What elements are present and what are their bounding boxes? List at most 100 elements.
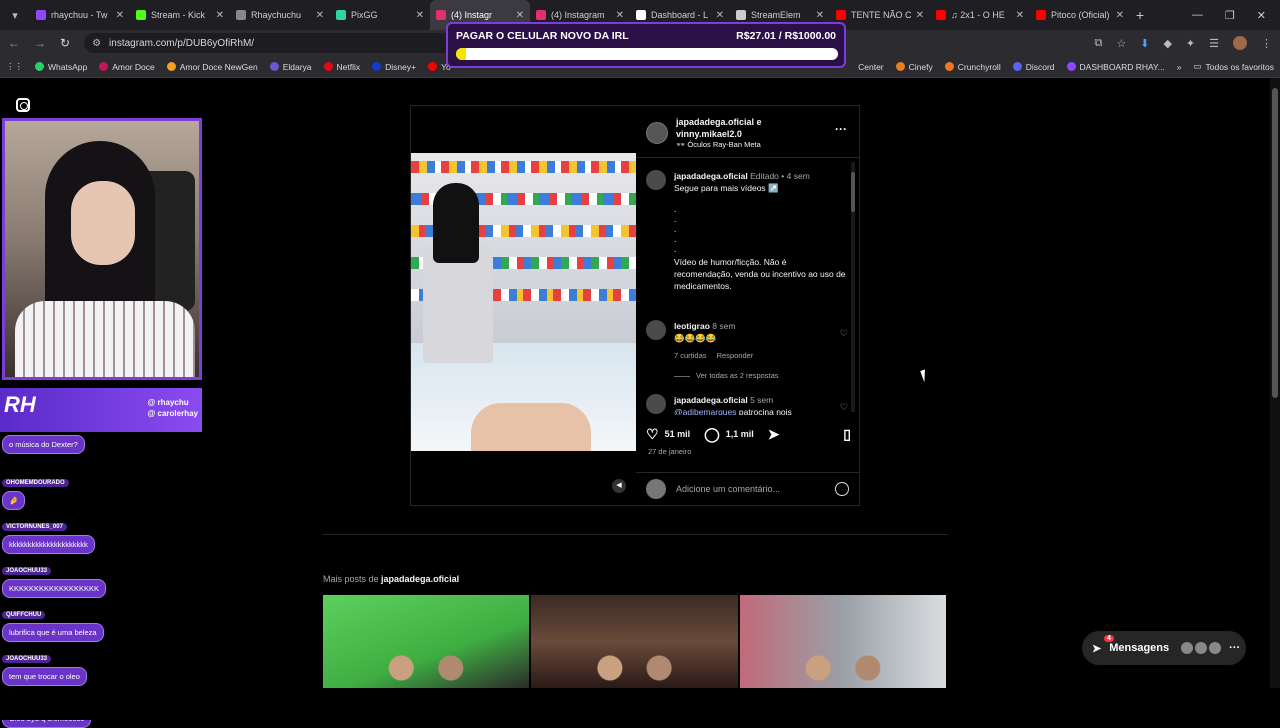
close-tab-icon[interactable]: ✕: [216, 10, 224, 21]
post-thumbnail[interactable]: [323, 595, 530, 688]
close-tab-icon[interactable]: ✕: [616, 10, 624, 21]
post-header: japadadega.oficial e vinny.mikael2.0 👓 Ó…: [636, 106, 859, 158]
site-info-icon[interactable]: ⚙: [92, 38, 101, 49]
all-favorites[interactable]: ▭ Todos os favoritos: [1193, 61, 1274, 72]
more-bookmarks-icon[interactable]: »: [1177, 62, 1182, 72]
profile-avatar[interactable]: [1233, 36, 1247, 50]
extension-icon[interactable]: ◆: [1163, 37, 1171, 50]
browser-tab[interactable]: Stream - Kick ✕: [130, 0, 230, 30]
bookmark-icon: [428, 62, 438, 71]
add-comment-bar: Adicione um comentário...: [636, 472, 859, 505]
more-posts-heading: Mais posts de japadadega.oficial: [323, 574, 460, 584]
bookmark-item[interactable]: Center: [858, 62, 884, 72]
more-options-icon[interactable]: ···: [835, 122, 847, 136]
tab-groups-icon[interactable]: ☰: [1209, 37, 1219, 50]
messages-button[interactable]: ➤ 4 Mensagens ···: [1082, 631, 1246, 665]
maximize-icon[interactable]: ❐: [1225, 9, 1235, 22]
post-actions: ♡ 51 mil ◯ 1,1 mil ➤ ▯: [646, 424, 851, 444]
menu-icon[interactable]: ⋮: [1261, 37, 1272, 50]
bookmark-item[interactable]: DASHBOARD RHAY...: [1066, 62, 1165, 72]
close-tab-icon[interactable]: ✕: [716, 10, 724, 21]
chat-username: JOAOCHUU33: [2, 655, 52, 663]
commenter-avatar[interactable]: [646, 320, 666, 340]
mouse-cursor: [920, 367, 934, 383]
post-video[interactable]: ◀: [411, 106, 636, 505]
bookmark-item[interactable]: Crunchyroll: [944, 62, 1001, 72]
message-avatars: [1181, 642, 1222, 654]
close-tab-icon[interactable]: ✕: [516, 10, 524, 21]
browser-tab[interactable]: ♫ 2x1 - O HE ✕: [930, 0, 1030, 30]
tab-favicon: [936, 10, 946, 20]
commenter-avatar[interactable]: [646, 394, 666, 414]
reload-icon[interactable]: ↻: [60, 36, 70, 50]
bookmark-item[interactable]: Netflix: [323, 62, 360, 72]
bookmark-icon: [166, 62, 176, 71]
close-tab-icon[interactable]: ✕: [416, 10, 424, 21]
donation-goal: PAGAR O CELULAR NOVO DA IRL R$27.01 / R$…: [446, 22, 846, 68]
post-thumbnail[interactable]: [739, 595, 946, 688]
bookmark-item[interactable]: Amor Doce: [99, 62, 155, 72]
caption-avatar[interactable]: [646, 170, 666, 190]
webcam-overlay: [2, 118, 202, 380]
new-tab-button[interactable]: +: [1130, 7, 1150, 23]
instagram-logo-icon[interactable]: [16, 98, 30, 112]
close-tab-icon[interactable]: ✕: [916, 10, 924, 21]
install-app-icon[interactable]: ⧉: [1094, 37, 1102, 50]
browser-tab[interactable]: Rhaychuchu ✕: [230, 0, 330, 30]
video-frame: [411, 153, 636, 451]
bookmark-item[interactable]: Amor Doce NewGen: [166, 62, 258, 72]
tab-favicon: [536, 10, 546, 20]
streamer-shirt: [15, 301, 195, 377]
minimize-icon[interactable]: —: [1192, 9, 1203, 22]
likes-count[interactable]: 51 mil: [665, 429, 691, 439]
like-icon[interactable]: ♡: [646, 426, 659, 443]
forward-icon[interactable]: →: [34, 36, 46, 50]
chat-message: o música do Dexter?: [2, 433, 85, 454]
comment-icon[interactable]: ◯: [704, 426, 720, 443]
sound-icon[interactable]: ◀: [612, 479, 626, 493]
close-tab-icon[interactable]: ✕: [316, 10, 324, 21]
save-icon[interactable]: ▯: [843, 426, 851, 443]
bookmark-item[interactable]: Discord: [1012, 62, 1055, 72]
close-tab-icon[interactable]: ✕: [816, 10, 824, 21]
more-posts-grid: [323, 595, 946, 688]
bookmark-item[interactable]: WhatsApp: [35, 62, 87, 72]
post-location[interactable]: 👓 Óculos Ray-Ban Meta: [676, 140, 761, 149]
banner-logo: RH: [4, 392, 36, 417]
bookmarks-right: Center Cinefy Crunchyroll Discord DASHBOARD …: [858, 61, 1274, 72]
like-comment-icon[interactable]: ♡: [840, 402, 848, 413]
share-icon[interactable]: ➤: [768, 426, 780, 443]
browser-tab[interactable]: Pitoco (Oficial) ✕: [1030, 0, 1130, 30]
browser-tab[interactable]: PixGG ✕: [330, 0, 430, 30]
comment-input[interactable]: Adicione um comentário...: [676, 484, 825, 494]
bookmark-item[interactable]: Eldarya: [269, 62, 312, 72]
post-thumbnail[interactable]: [531, 595, 738, 688]
like-comment-icon[interactable]: ♡: [840, 328, 848, 339]
close-tab-icon[interactable]: ✕: [1016, 10, 1024, 21]
bookmark-star-icon[interactable]: ☆: [1116, 37, 1126, 50]
bookmark-item[interactable]: Cinefy: [895, 62, 933, 72]
browser-tab[interactable]: rhaychuu - Tw ✕: [30, 0, 130, 30]
download-icon[interactable]: ⬇: [1140, 37, 1149, 50]
close-tab-icon[interactable]: ✕: [1116, 10, 1124, 21]
chat-text: kkkkkkkkkkkkkkkkkkkkk: [2, 535, 95, 554]
comments-count: 1,1 mil: [725, 429, 754, 439]
tab-search-icon[interactable]: ▾: [0, 9, 30, 22]
bookmark-item[interactable]: Disney+: [372, 62, 416, 72]
bookmark-icon: [372, 62, 382, 71]
chat-message: VICTORNUNES_007 kkkkkkkkkkkkkkkkkkkkk: [2, 515, 95, 554]
back-icon[interactable]: ←: [8, 36, 20, 50]
close-window-icon[interactable]: ✕: [1257, 9, 1266, 22]
goal-progress-fill: [456, 48, 467, 60]
emoji-icon[interactable]: [835, 482, 849, 496]
extensions-puzzle-icon[interactable]: ✦: [1186, 37, 1195, 50]
author-avatar[interactable]: [646, 122, 668, 144]
banner-socials: @ rhaychu @ carolerhay: [147, 398, 199, 418]
comments-scrollbar[interactable]: [851, 162, 855, 412]
chat-username: QUIFFCHUU: [2, 611, 46, 619]
address-bar[interactable]: ⚙ instagram.com/p/DUB6yOfiRhM/: [84, 33, 455, 53]
page-scrollbar[interactable]: [1270, 78, 1280, 720]
apps-icon[interactable]: ⋮⋮: [6, 61, 23, 72]
goal-progress-bar: [456, 48, 838, 60]
close-tab-icon[interactable]: ✕: [116, 10, 124, 21]
